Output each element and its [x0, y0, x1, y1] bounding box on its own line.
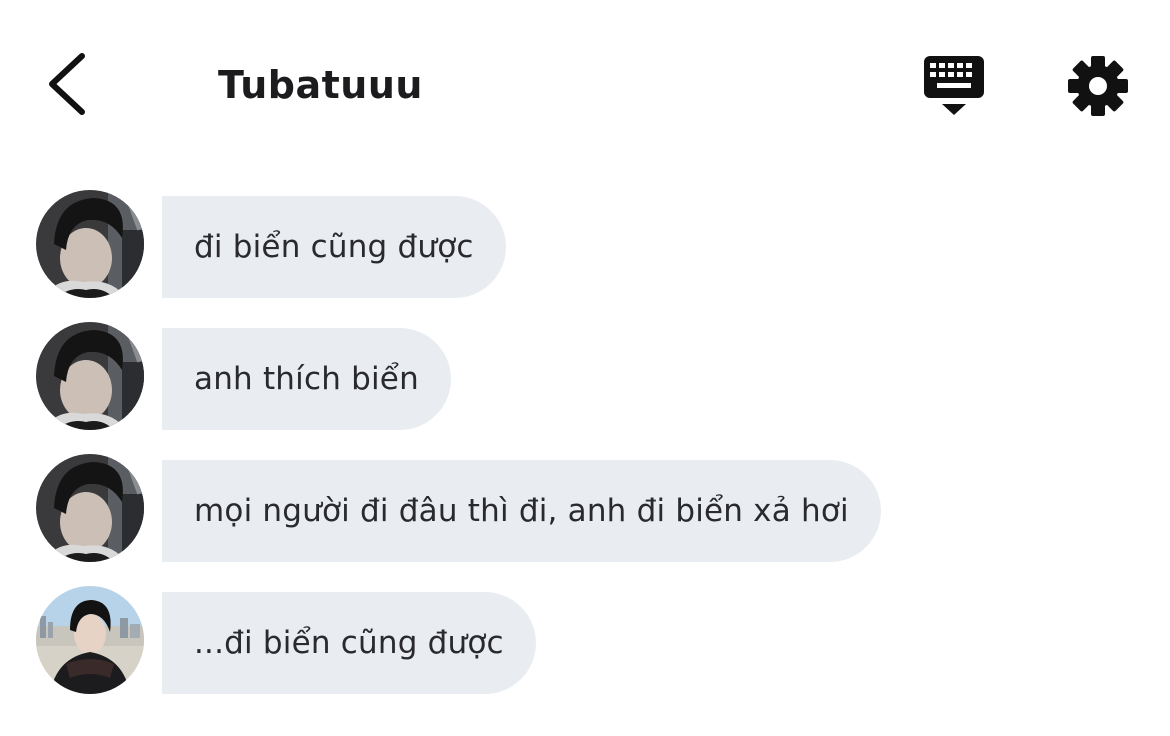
message-text: anh thích biển — [194, 361, 419, 397]
message-bubble[interactable]: mọi người đi đâu thì đi, anh đi biển xả … — [162, 460, 881, 562]
chat-header: Tubatuuu — [0, 0, 1170, 170]
avatar[interactable] — [36, 190, 144, 298]
message-row: mọi người đi đâu thì đi, anh đi biển xả … — [0, 452, 1170, 562]
avatar[interactable] — [36, 454, 144, 562]
avatar-dark-hair-image — [36, 190, 144, 298]
avatar[interactable] — [36, 586, 144, 694]
settings-button[interactable] — [1066, 54, 1130, 118]
message-text: ...đi biển cũng được — [194, 625, 504, 661]
avatar[interactable] — [36, 322, 144, 430]
gear-icon — [1068, 56, 1128, 116]
keyboard-toggle-button[interactable] — [920, 52, 990, 118]
chat-title: Tubatuuu — [218, 63, 423, 107]
message-row: ...đi biển cũng được — [0, 584, 1170, 694]
avatar-dark-hair-image — [36, 322, 144, 430]
message-text: mọi người đi đâu thì đi, anh đi biển xả … — [194, 493, 849, 529]
back-button[interactable] — [38, 48, 94, 120]
message-bubble[interactable]: ...đi biển cũng được — [162, 592, 536, 694]
message-bubble[interactable]: đi biển cũng được — [162, 196, 506, 298]
message-row: anh thích biển — [0, 320, 1170, 430]
message-row: đi biển cũng được — [0, 188, 1170, 298]
keyboard-hide-icon — [924, 56, 984, 115]
message-bubble[interactable]: anh thích biển — [162, 328, 451, 430]
avatar-dark-hair-image — [36, 454, 144, 562]
message-text: đi biển cũng được — [194, 229, 474, 265]
avatar-beach-scarf-image — [36, 586, 144, 694]
chevron-left-icon — [49, 53, 85, 115]
